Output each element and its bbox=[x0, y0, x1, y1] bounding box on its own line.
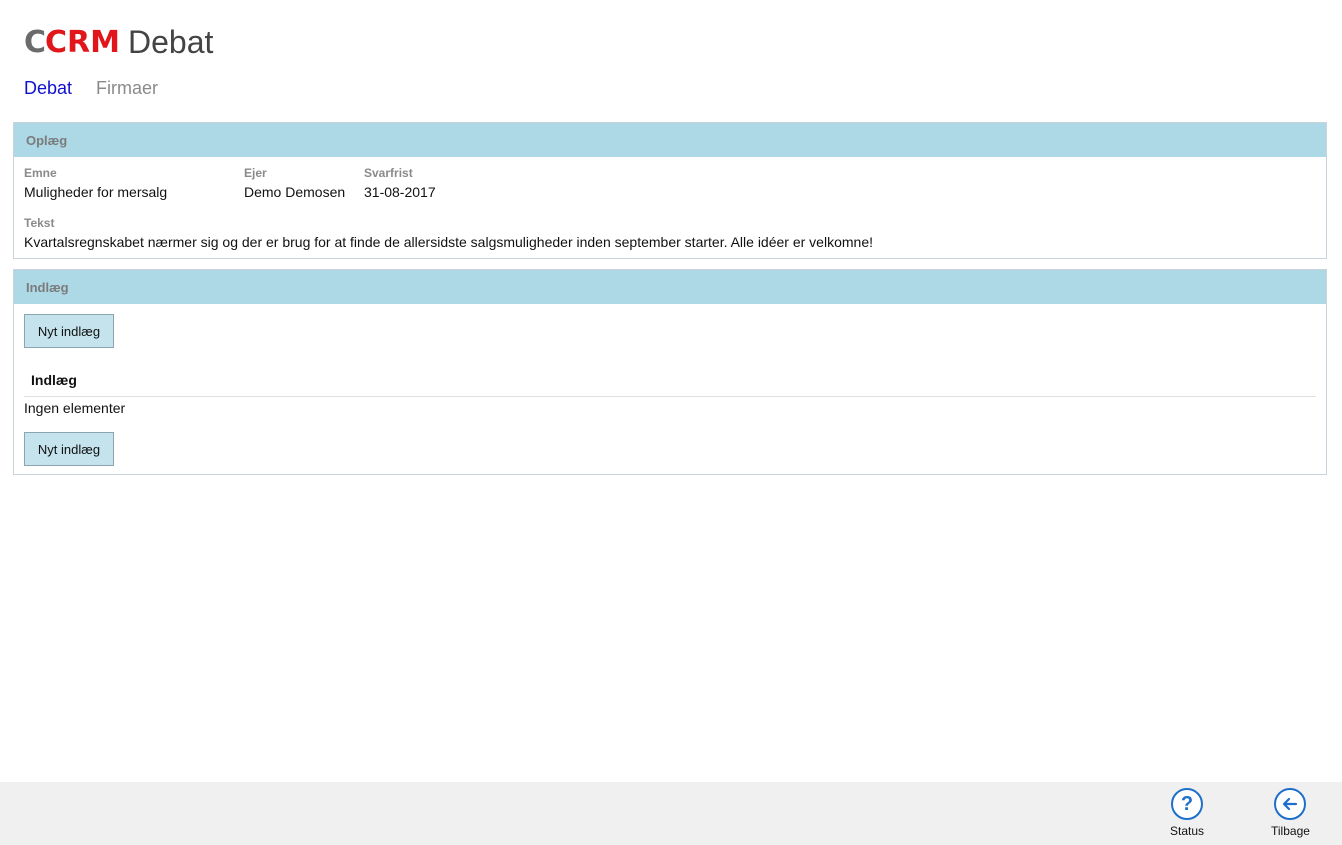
list-divider bbox=[24, 396, 1316, 397]
app-bar: ? Status Tilbage bbox=[0, 782, 1342, 845]
back-label: Tilbage bbox=[1271, 824, 1310, 838]
ejer-value: Demo Demosen bbox=[244, 184, 346, 200]
svarfrist-value: 31-08-2017 bbox=[364, 184, 436, 200]
tekst-value: Kvartalsregnskabet nærmer sig og der er … bbox=[24, 234, 873, 250]
tekst-label: Tekst bbox=[24, 216, 55, 230]
arrow-left-circle-icon bbox=[1274, 788, 1307, 820]
new-post-button-top[interactable]: Nyt indlæg bbox=[24, 314, 114, 348]
oplaeg-header: Oplæg bbox=[14, 123, 1326, 157]
status-label: Status bbox=[1170, 824, 1205, 838]
oplaeg-panel: Oplæg Emne Muligheder for mersalg Ejer D… bbox=[13, 122, 1327, 259]
status-button[interactable]: ? Status bbox=[1170, 788, 1204, 838]
logo-crm: CRM bbox=[45, 24, 121, 60]
indlaeg-list-title: Indlæg bbox=[31, 372, 77, 388]
logo-c: C bbox=[24, 24, 46, 60]
emne-label: Emne bbox=[24, 166, 57, 180]
new-post-button-bottom[interactable]: Nyt indlæg bbox=[24, 432, 114, 466]
tab-firmaer[interactable]: Firmaer bbox=[96, 78, 158, 99]
indlaeg-panel: Indlæg Nyt indlæg Indlæg Ingen elementer… bbox=[13, 269, 1327, 475]
indlaeg-header: Indlæg bbox=[14, 270, 1326, 304]
back-button[interactable]: Tilbage bbox=[1271, 788, 1310, 838]
emne-value: Muligheder for mersalg bbox=[24, 184, 168, 200]
tab-debat[interactable]: Debat bbox=[24, 78, 72, 99]
nav-tabs: Debat Firmaer bbox=[24, 78, 158, 99]
empty-list-message: Ingen elementer bbox=[24, 400, 126, 416]
svarfrist-label: Svarfrist bbox=[364, 166, 413, 180]
ejer-label: Ejer bbox=[244, 166, 267, 180]
app-title: Debat bbox=[128, 23, 214, 60]
question-circle-icon: ? bbox=[1171, 788, 1204, 820]
app-header: C CRM Debat bbox=[24, 22, 213, 62]
